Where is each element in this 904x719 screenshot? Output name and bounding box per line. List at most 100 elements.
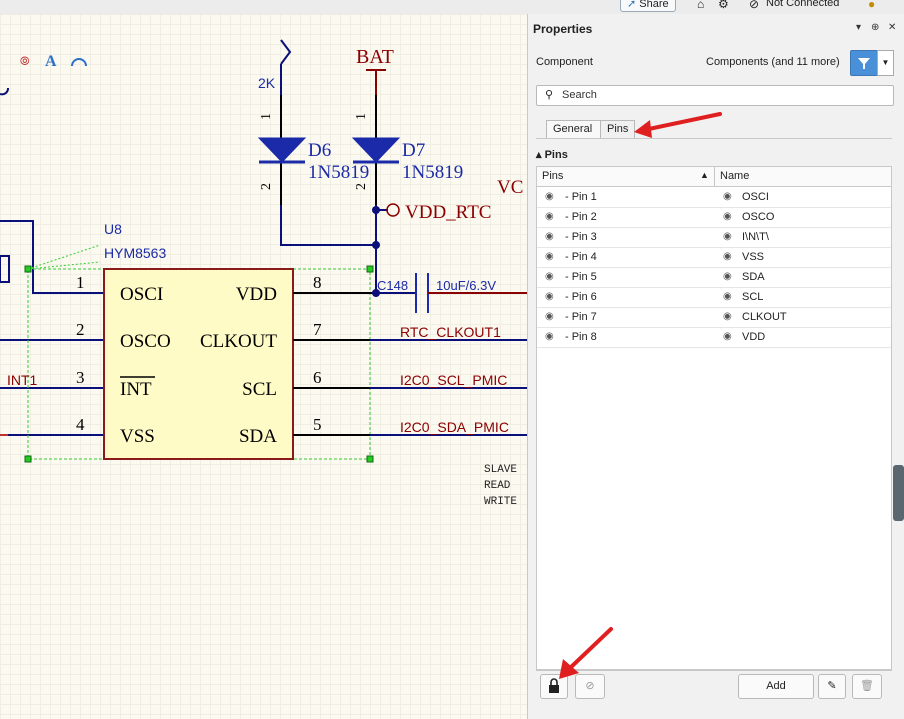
diode1-ref: D6 xyxy=(308,140,331,161)
note-line-2: READ xyxy=(484,480,511,492)
net-scl: I2C0_SCL_PMIC xyxy=(400,372,507,388)
eye-icon[interactable]: ◉ xyxy=(723,271,732,282)
annotation-arrow-lock xyxy=(559,627,613,679)
table-row[interactable]: ◉ - Pin 7 ◉ CLKOUT xyxy=(537,307,891,328)
diode2-ref: D7 xyxy=(402,140,425,161)
eye-icon[interactable]: ◉ xyxy=(545,231,554,242)
eye-icon[interactable]: ◉ xyxy=(545,271,554,282)
diode2-pin1: 1 xyxy=(354,113,369,120)
diode1-pin2: 2 xyxy=(259,183,274,190)
search-icon: ⚲ xyxy=(545,89,554,101)
eye-icon[interactable]: ◉ xyxy=(723,291,732,302)
filter-icon xyxy=(858,58,870,69)
pencil-icon: ✎ xyxy=(827,680,837,692)
panel-title: Properties xyxy=(533,22,593,36)
table-row[interactable]: ◉ - Pin 1 ◉ OSCI xyxy=(537,187,891,208)
component-value: HYM8563 xyxy=(104,245,166,261)
share-button[interactable]: ➚ Share xyxy=(620,0,676,12)
trash-icon: 🗑 xyxy=(860,680,874,692)
capacitor-value: 10uF/6.3V xyxy=(436,278,496,293)
pin-name-osci: OSCI xyxy=(120,284,163,305)
table-row[interactable]: ◉ - Pin 8 ◉ VDD xyxy=(537,327,891,348)
eye-icon[interactable]: ◉ xyxy=(723,191,732,202)
eye-icon[interactable]: ◉ xyxy=(723,251,732,262)
pins-section-title: Pins xyxy=(544,149,568,161)
schematic-drawing: ⦾ A U8 HYM8563 2K BAT D6 1N5819 D7 1N581… xyxy=(0,39,527,508)
pin-name-int: INT xyxy=(120,379,152,400)
pin-number-4: 4 xyxy=(76,415,85,434)
pin-number-1: 1 xyxy=(76,273,85,292)
schematic-canvas[interactable]: ⦾ A U8 HYM8563 2K BAT D6 1N5819 D7 1N581… xyxy=(0,14,527,719)
eye-icon[interactable]: ◉ xyxy=(545,251,554,262)
pin-name-vdd: VDD xyxy=(236,284,277,305)
port-tool-icon: ⦾ xyxy=(20,54,30,68)
connection-status[interactable]: Not Connected xyxy=(766,0,839,9)
eye-icon[interactable]: ◉ xyxy=(545,311,554,322)
user-avatar-icon[interactable]: ● xyxy=(868,0,875,11)
eye-icon[interactable]: ◉ xyxy=(545,291,554,302)
vc-partial-label: VC xyxy=(497,177,523,198)
side-scroll-handle[interactable] xyxy=(893,465,904,521)
eye-icon[interactable]: ◉ xyxy=(545,211,554,222)
eye-icon[interactable]: ◉ xyxy=(545,331,554,342)
connection-icon[interactable]: ⊘ xyxy=(749,0,759,11)
column-name[interactable]: Name xyxy=(720,170,749,182)
sort-asc-icon[interactable]: ▲ xyxy=(700,170,709,180)
pin-name-vss: VSS xyxy=(120,426,155,447)
capacitor-ref: C148 xyxy=(377,278,408,293)
eye-icon[interactable]: ◉ xyxy=(545,191,554,202)
table-row[interactable]: ◉ - Pin 3 ◉ I\N\T\ xyxy=(537,227,891,248)
eye-icon[interactable]: ◉ xyxy=(723,331,732,342)
close-panel-icon[interactable]: ✕ xyxy=(888,22,896,33)
component-label: Component xyxy=(536,56,593,68)
column-pins[interactable]: Pins xyxy=(542,170,563,182)
pin-number-6: 6 xyxy=(313,368,322,387)
panel-menu-icon[interactable]: ▾ xyxy=(856,22,861,33)
pins-section-header[interactable]: ▴ Pins xyxy=(536,148,568,161)
net-sda: I2C0_SDA_PMIC xyxy=(400,419,509,435)
pin-panel-icon[interactable]: ⊕ xyxy=(871,22,879,33)
edit-button[interactable]: ✎ xyxy=(818,674,846,699)
annotation-arrow-tabs xyxy=(634,112,722,138)
table-row[interactable]: ◉ - Pin 6 ◉ SCL xyxy=(537,287,891,308)
pins-table: Pins ▲ Name ◉ - Pin 1 ◉ OSCI ◉ - Pin 2 ◉… xyxy=(536,166,892,671)
vdd-rtc-label: VDD_RTC xyxy=(405,202,491,223)
canvas-mini-toolbar: ⦾ A xyxy=(0,53,87,96)
arc-fragment-icon xyxy=(0,87,9,96)
gear-icon[interactable]: ⚙ xyxy=(718,0,729,11)
chevron-down-icon: ▼ xyxy=(881,58,890,67)
tab-general[interactable]: General xyxy=(546,120,602,138)
resistor-value: 2K xyxy=(258,75,276,91)
top-toolbar: ➚ Share ⌂ ⚙ ⊘ Not Connected ● xyxy=(0,0,904,15)
eye-icon[interactable]: ◉ xyxy=(723,311,732,322)
diode2-pin2: 2 xyxy=(354,183,369,190)
diode2-value: 1N5819 xyxy=(402,162,463,183)
pin-number-3: 3 xyxy=(76,368,85,387)
search-input[interactable]: ⚲ Search xyxy=(536,85,894,106)
home-icon[interactable]: ⌂ xyxy=(697,0,704,11)
eye-icon[interactable]: ◉ xyxy=(723,231,732,242)
text-tool-icon: A xyxy=(45,53,57,70)
arc-tool-icon xyxy=(71,58,87,67)
table-row[interactable]: ◉ - Pin 2 ◉ OSCO xyxy=(537,207,891,228)
diode1-pin1: 1 xyxy=(259,113,274,120)
pin-number-5: 5 xyxy=(313,415,322,434)
pin-name-scl: SCL xyxy=(242,379,277,400)
pin-number-2: 2 xyxy=(76,320,85,339)
eye-icon[interactable]: ◉ xyxy=(723,211,732,222)
table-row[interactable]: ◉ - Pin 5 ◉ SDA xyxy=(537,267,891,288)
note-line-3: WRITE xyxy=(484,496,517,508)
filter-button[interactable] xyxy=(850,50,878,76)
search-placeholder: Search xyxy=(562,89,597,101)
pin-name-osco: OSCO xyxy=(120,331,171,352)
filter-dropdown[interactable]: ▼ xyxy=(877,50,894,76)
pin-name-sda: SDA xyxy=(239,426,277,447)
pin-number-7: 7 xyxy=(313,320,322,339)
add-button[interactable]: Add xyxy=(738,674,814,699)
net-clkout: RTC_CLKOUT1 xyxy=(400,324,501,340)
filter-summary: Components (and 11 more) xyxy=(706,56,840,68)
delete-button[interactable]: 🗑 xyxy=(852,674,882,699)
pins-table-header: Pins ▲ Name xyxy=(537,167,891,187)
share-label: Share xyxy=(639,0,669,10)
table-row[interactable]: ◉ - Pin 4 ◉ VSS xyxy=(537,247,891,268)
